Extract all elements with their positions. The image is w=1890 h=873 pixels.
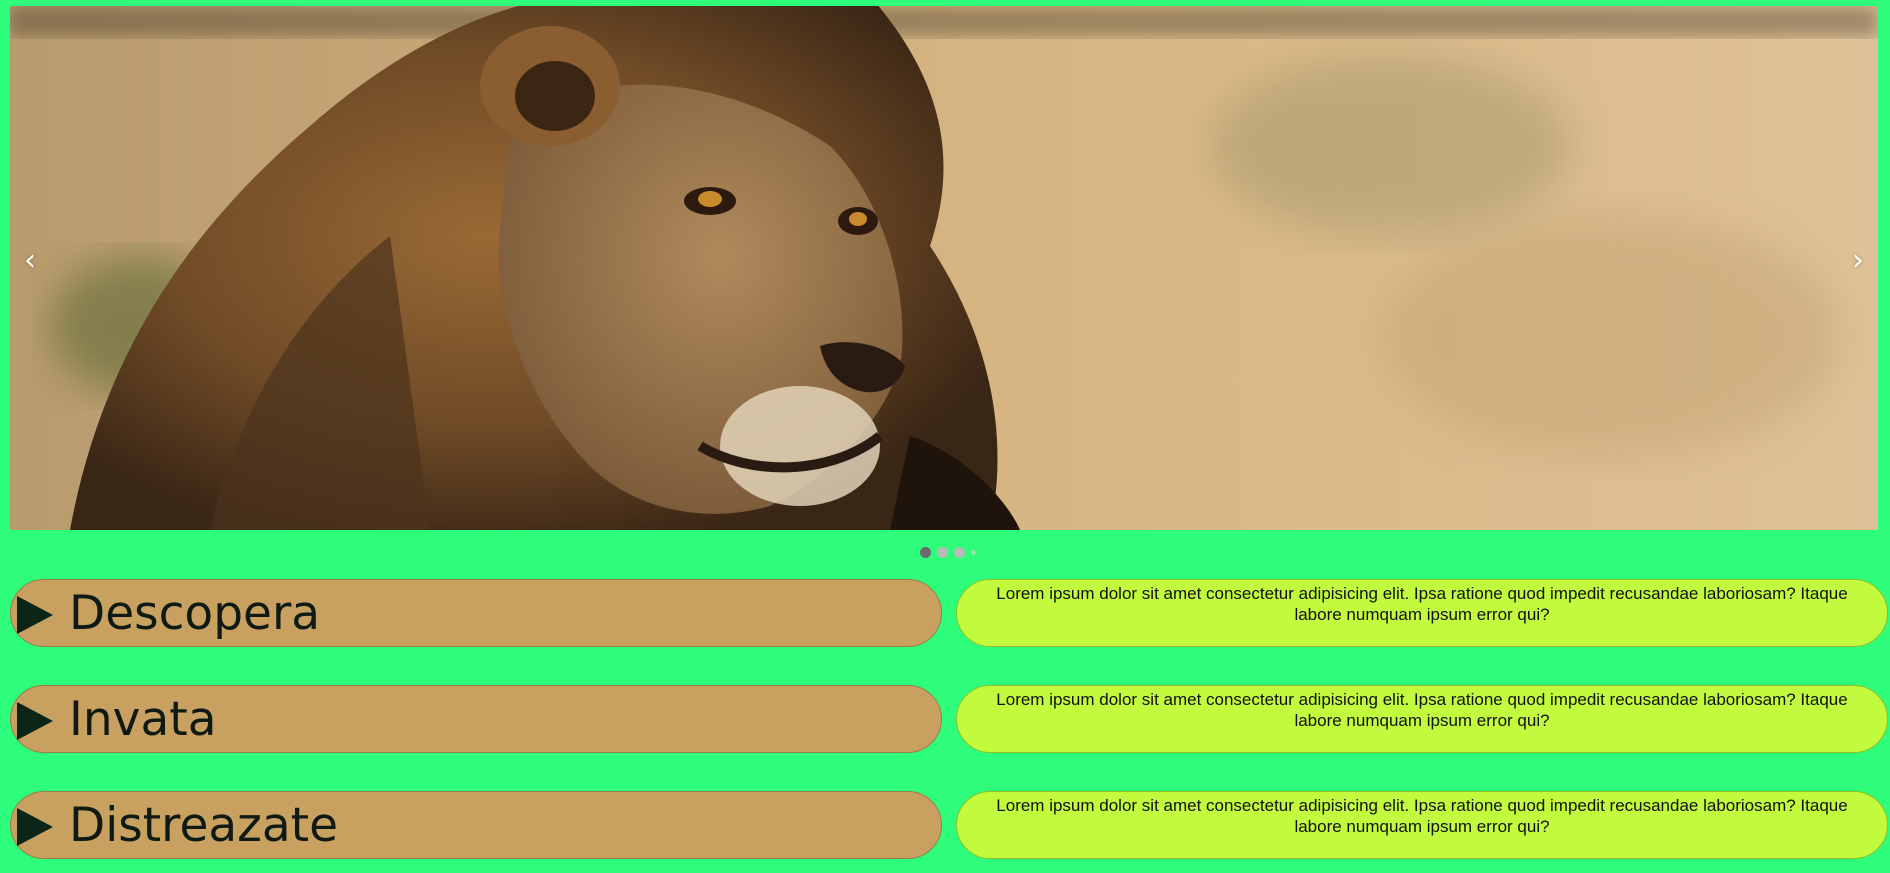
play-icon [17, 702, 53, 740]
carousel-indicators [920, 547, 976, 558]
feature-row-invata: Invata Lorem ipsum dolor sit amet consec… [10, 685, 1888, 755]
feature-row-distreazate: Distreazate Lorem ipsum dolor sit amet c… [10, 791, 1888, 861]
carousel-next-button[interactable]: › [1838, 236, 1878, 286]
play-icon [17, 596, 53, 634]
carousel-indicator-1[interactable] [920, 547, 931, 558]
image-carousel: ‹ › [10, 6, 1878, 530]
feature-description: Lorem ipsum dolor sit amet consectetur a… [956, 685, 1888, 753]
feature-description: Lorem ipsum dolor sit amet consectetur a… [956, 791, 1888, 859]
feature-description: Lorem ipsum dolor sit amet consectetur a… [956, 579, 1888, 647]
chevron-left-icon: ‹ [24, 243, 36, 278]
play-icon [17, 808, 53, 846]
feature-title: Invata [69, 692, 217, 747]
feature-title: Distreazate [69, 798, 338, 853]
feature-title: Descopera [69, 586, 321, 641]
carousel-prev-button[interactable]: ‹ [10, 236, 50, 286]
carousel-indicator-2[interactable] [937, 547, 948, 558]
carousel-indicator-3[interactable] [954, 547, 965, 558]
lion-slide-image [10, 6, 1878, 530]
feature-title-pill[interactable]: Descopera [10, 579, 942, 647]
chevron-right-icon: › [1852, 243, 1864, 278]
carousel-indicator-extra [971, 550, 976, 555]
feature-row-descopera: Descopera Lorem ipsum dolor sit amet con… [10, 579, 1888, 649]
feature-title-pill[interactable]: Distreazate [10, 791, 942, 859]
feature-title-pill[interactable]: Invata [10, 685, 942, 753]
